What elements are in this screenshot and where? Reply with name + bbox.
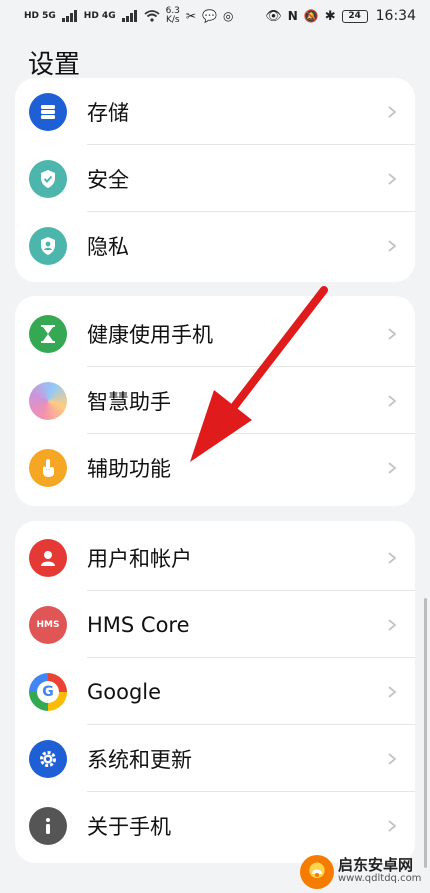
annotation-arrow — [190, 286, 328, 462]
watermark-logo-icon — [300, 854, 334, 889]
watermark: 启东安卓网 www.qdltdq.com — [300, 850, 430, 893]
watermark-url: www.qdltdq.com — [338, 872, 422, 884]
watermark-title: 启东安卓网 — [338, 855, 414, 874]
watermark-text: 启东安卓网 www.qdltdq.com — [338, 855, 422, 886]
settings-screen: HD 5G HD 4G 6.3 K/s ✂ 💬 ◎ 👁 N 🔕 ✱ 24 16:… — [0, 0, 430, 893]
